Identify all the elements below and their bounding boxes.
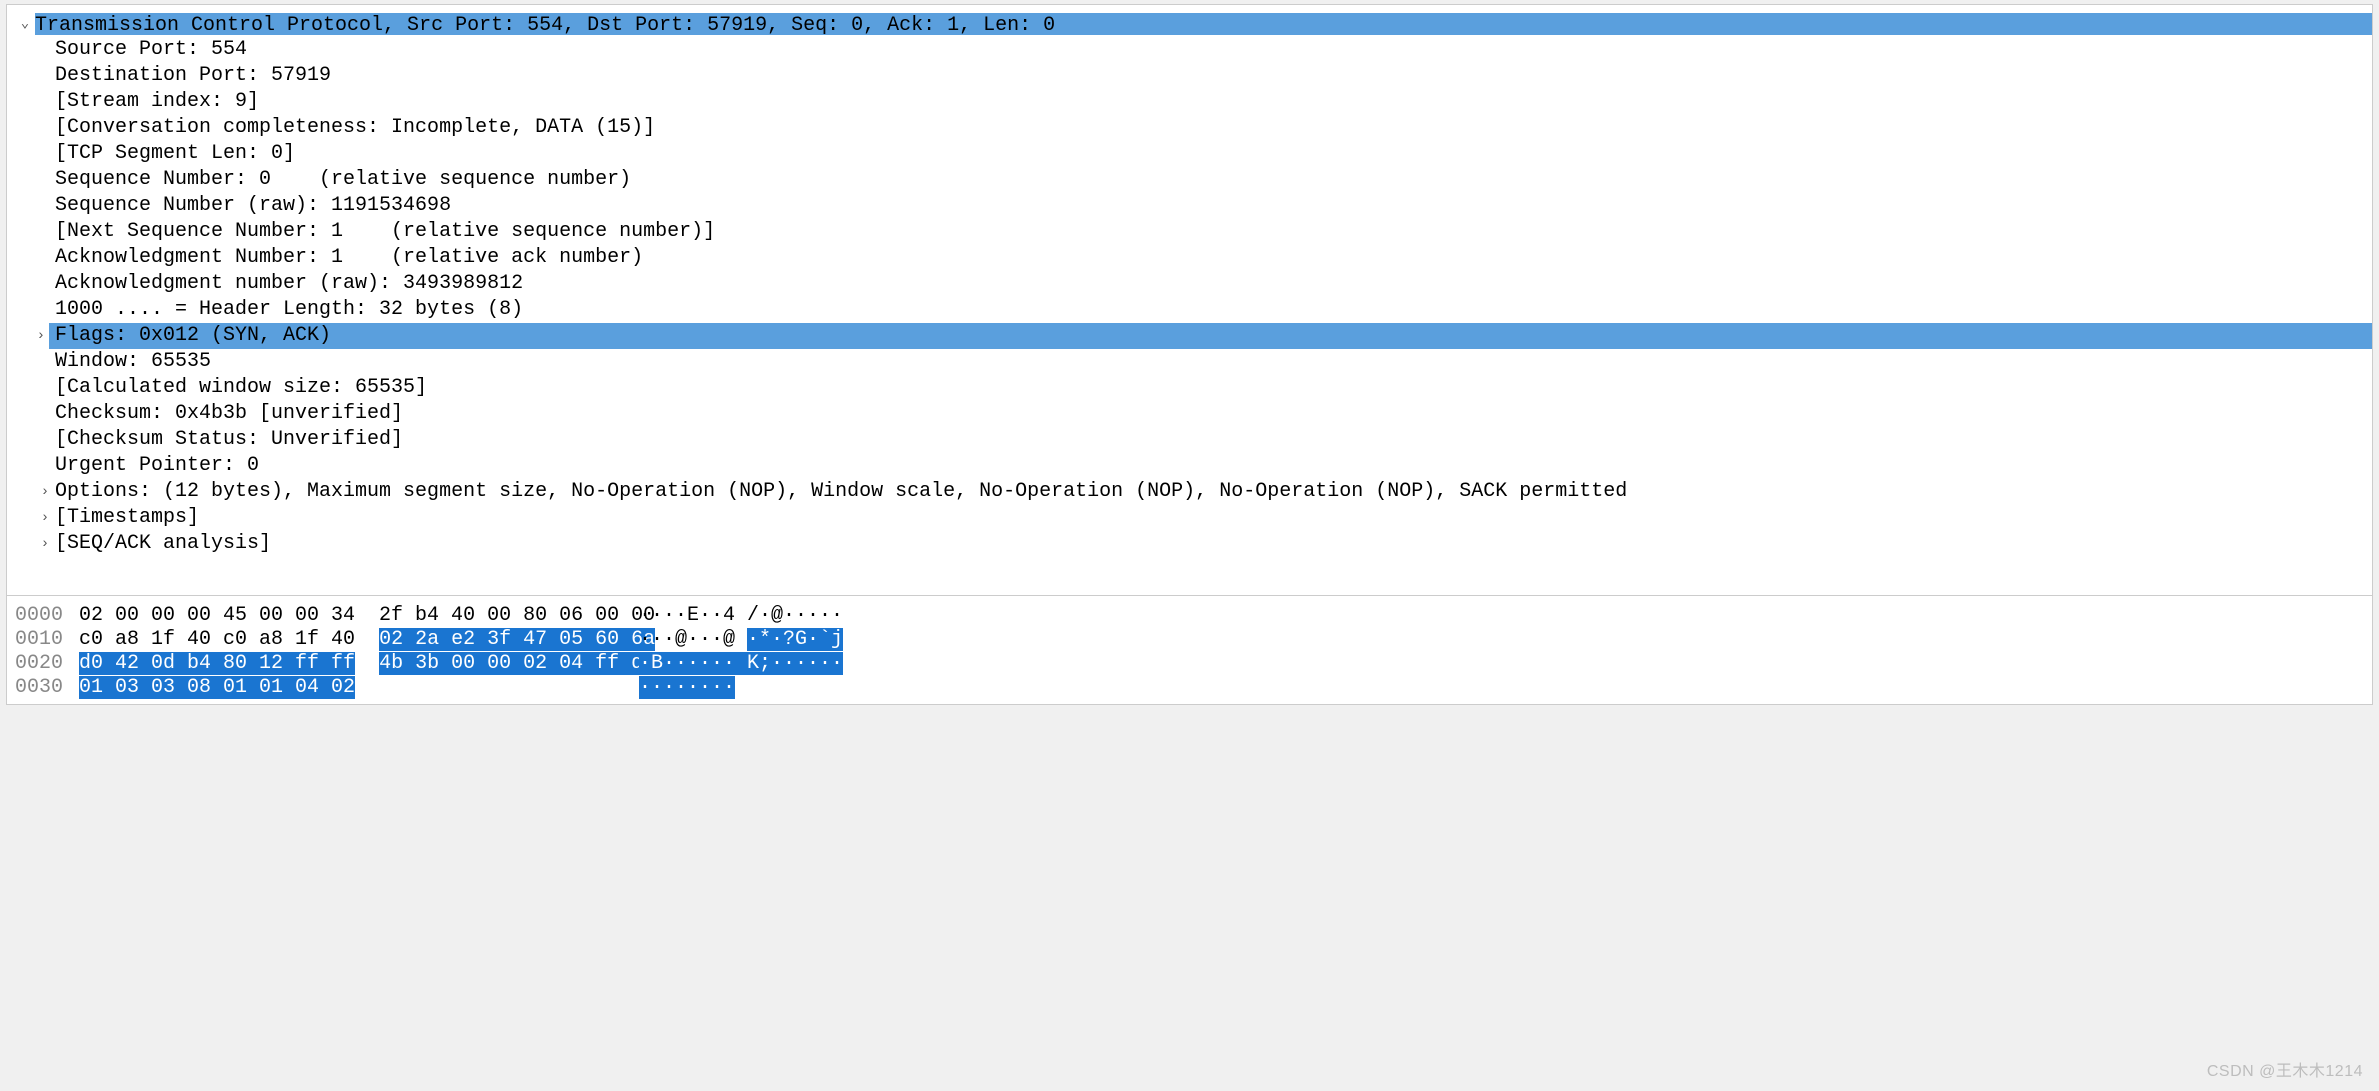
field-text: [Stream index: 9] bbox=[55, 89, 259, 115]
field-timestamps-text: [Timestamps] bbox=[55, 505, 199, 531]
field-text: [Conversation completeness: Incomplete, … bbox=[55, 115, 655, 141]
field-options-row[interactable]: › Options: (12 bytes), Maximum segment s… bbox=[7, 479, 2372, 505]
field-text: [Calculated window size: 65535] bbox=[55, 375, 427, 401]
field-text: [Next Sequence Number: 1 (relative seque… bbox=[55, 219, 715, 245]
hex-ascii: ·B······ K;······ bbox=[639, 652, 843, 672]
field-seq-ack-text: [SEQ/ACK analysis] bbox=[55, 531, 271, 557]
hex-bytes: 01 03 03 08 01 01 04 02 bbox=[79, 676, 599, 696]
hex-offset: 0000 bbox=[15, 604, 79, 624]
field-tcp-seg-len[interactable]: [TCP Segment Len: 0] bbox=[7, 141, 2372, 167]
hex-bytes: c0 a8 1f 40 c0 a8 1f 40 02 2a e2 3f 47 0… bbox=[79, 628, 599, 648]
hex-offset: 0010 bbox=[15, 628, 79, 648]
field-text: [TCP Segment Len: 0] bbox=[55, 141, 295, 167]
field-header-len[interactable]: 1000 .... = Header Length: 32 bytes (8) bbox=[7, 297, 2372, 323]
field-calc-window[interactable]: [Calculated window size: 65535] bbox=[7, 375, 2372, 401]
field-text: Source Port: 554 bbox=[55, 37, 247, 63]
field-text: Urgent Pointer: 0 bbox=[55, 453, 259, 479]
field-ack-num-raw[interactable]: Acknowledgment number (raw): 3493989812 bbox=[7, 271, 2372, 297]
field-text: Checksum: 0x4b3b [unverified] bbox=[55, 401, 403, 427]
field-text: Acknowledgment Number: 1 (relative ack n… bbox=[55, 245, 643, 271]
hex-dump-pane[interactable]: 0000 02 00 00 00 45 00 00 34 2f b4 40 00… bbox=[6, 596, 2373, 705]
packet-detail-window: ⌄ Transmission Control Protocol, Src Por… bbox=[0, 0, 2379, 1091]
field-urgent-ptr[interactable]: Urgent Pointer: 0 bbox=[7, 453, 2372, 479]
field-text: Destination Port: 57919 bbox=[55, 63, 331, 89]
hex-row-0020[interactable]: 0020 d0 42 0d b4 80 12 ff ff 4b 3b 00 00… bbox=[7, 650, 2372, 674]
field-text: 1000 .... = Header Length: 32 bytes (8) bbox=[55, 297, 523, 323]
caret-right-icon[interactable]: › bbox=[37, 328, 45, 344]
caret-down-icon[interactable]: ⌄ bbox=[15, 11, 35, 37]
caret-right-icon[interactable]: › bbox=[35, 479, 55, 505]
hex-bytes: d0 42 0d b4 80 12 ff ff 4b 3b 00 00 02 0… bbox=[79, 652, 599, 672]
field-options-text: Options: (12 bytes), Maximum segment siz… bbox=[55, 479, 1627, 505]
field-dest-port[interactable]: Destination Port: 57919 bbox=[7, 63, 2372, 89]
tcp-header-text: Transmission Control Protocol, Src Port:… bbox=[35, 13, 2372, 35]
field-seq-ack-row[interactable]: › [SEQ/ACK analysis] bbox=[7, 531, 2372, 557]
protocol-tree-pane[interactable]: ⌄ Transmission Control Protocol, Src Por… bbox=[6, 4, 2373, 596]
field-window[interactable]: Window: 65535 bbox=[7, 349, 2372, 375]
field-stream-index[interactable]: [Stream index: 9] bbox=[7, 89, 2372, 115]
field-conv-completeness[interactable]: [Conversation completeness: Incomplete, … bbox=[7, 115, 2372, 141]
caret-right-icon[interactable]: › bbox=[35, 505, 55, 531]
hex-ascii: ····E··4 /·@····· bbox=[639, 604, 843, 624]
field-text: Sequence Number: 0 (relative sequence nu… bbox=[55, 167, 631, 193]
field-seq-num[interactable]: Sequence Number: 0 (relative sequence nu… bbox=[7, 167, 2372, 193]
field-checksum[interactable]: Checksum: 0x4b3b [unverified] bbox=[7, 401, 2372, 427]
field-seq-num-raw[interactable]: Sequence Number (raw): 1191534698 bbox=[7, 193, 2372, 219]
field-next-seq[interactable]: [Next Sequence Number: 1 (relative seque… bbox=[7, 219, 2372, 245]
hex-offset: 0030 bbox=[15, 676, 79, 696]
hex-ascii: ···@···@ ·*·?G·`j bbox=[639, 628, 843, 648]
hex-bytes: 02 00 00 00 45 00 00 34 2f b4 40 00 80 0… bbox=[79, 604, 599, 624]
field-checksum-status[interactable]: [Checksum Status: Unverified] bbox=[7, 427, 2372, 453]
hex-row-0010[interactable]: 0010 c0 a8 1f 40 c0 a8 1f 40 02 2a e2 3f… bbox=[7, 626, 2372, 650]
hex-offset: 0020 bbox=[15, 652, 79, 672]
field-text: [Checksum Status: Unverified] bbox=[55, 427, 403, 453]
field-text: Window: 65535 bbox=[55, 349, 211, 375]
caret-right-icon[interactable]: › bbox=[35, 531, 55, 557]
field-ack-num[interactable]: Acknowledgment Number: 1 (relative ack n… bbox=[7, 245, 2372, 271]
field-timestamps-row[interactable]: › [Timestamps] bbox=[7, 505, 2372, 531]
watermark-text: CSDN @王木木1214 bbox=[2207, 1057, 2363, 1081]
hex-ascii: ········ bbox=[639, 676, 735, 696]
tcp-header-row[interactable]: ⌄ Transmission Control Protocol, Src Por… bbox=[7, 11, 2372, 37]
field-text: Acknowledgment number (raw): 3493989812 bbox=[55, 271, 523, 297]
hex-row-0000[interactable]: 0000 02 00 00 00 45 00 00 34 2f b4 40 00… bbox=[7, 602, 2372, 626]
field-flags-text: Flags: 0x012 (SYN, ACK) bbox=[49, 323, 2372, 349]
field-flags-row[interactable]: › Flags: 0x012 (SYN, ACK) bbox=[7, 323, 2372, 349]
hex-row-0030[interactable]: 0030 01 03 03 08 01 01 04 02 ········ bbox=[7, 674, 2372, 698]
field-text: Sequence Number (raw): 1191534698 bbox=[55, 193, 451, 219]
field-source-port[interactable]: Source Port: 554 bbox=[7, 37, 2372, 63]
